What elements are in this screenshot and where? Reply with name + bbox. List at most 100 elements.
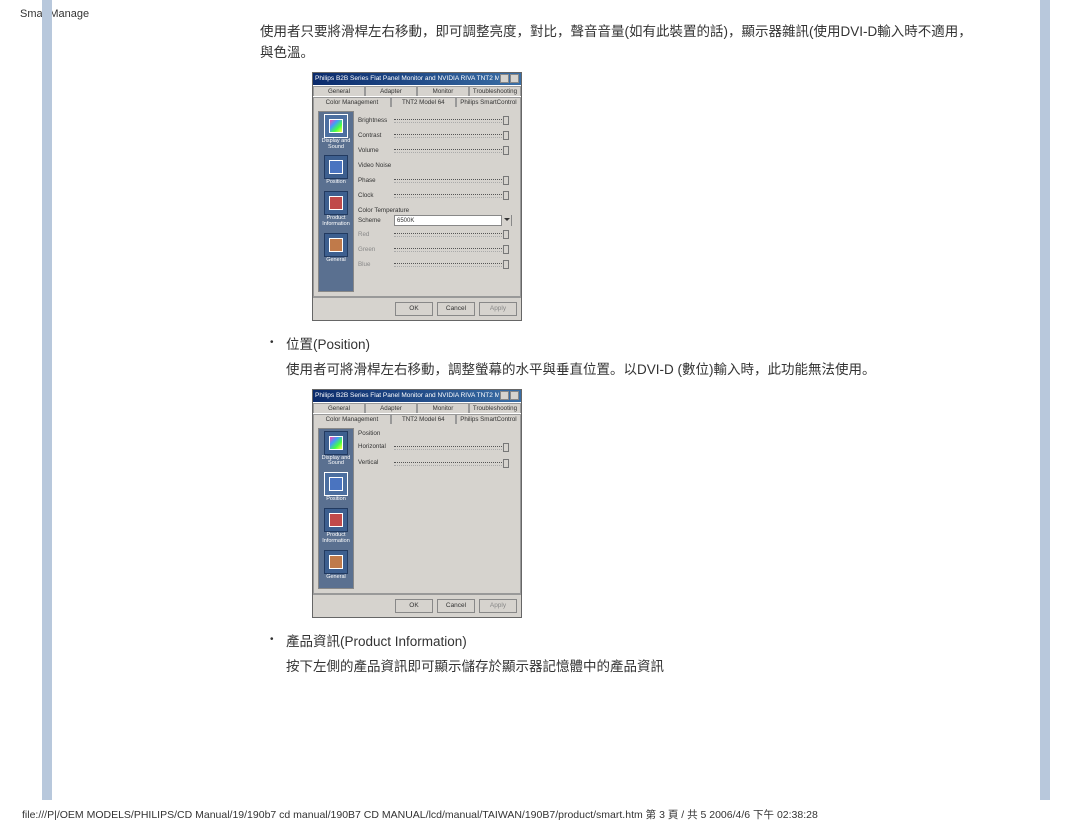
tab-color-management-2[interactable]: Color Management <box>313 414 391 424</box>
tab-monitor-2[interactable]: Monitor <box>417 403 469 413</box>
side-label-display: Display and Sound <box>319 139 353 151</box>
dialog-position: Philips B2B Series Flat Panel Monitor an… <box>312 389 522 618</box>
left-margin-stripe <box>42 0 52 800</box>
dialog-display-and-sound: Philips B2B Series Flat Panel Monitor an… <box>312 72 522 321</box>
side-product-info[interactable] <box>324 191 348 215</box>
display-sound-icon <box>329 119 343 133</box>
titlebar: Philips B2B Series Flat Panel Monitor an… <box>313 73 521 85</box>
label-red: Red <box>358 231 394 238</box>
side-general-2[interactable] <box>324 550 348 574</box>
slider-red[interactable] <box>394 230 512 238</box>
tab-troubleshooting-2[interactable]: Troubleshooting <box>469 403 521 413</box>
ok-button[interactable]: OK <box>395 302 433 316</box>
side-general[interactable] <box>324 233 348 257</box>
side-label-general-2: General <box>326 575 346 581</box>
label-vertical: Vertical <box>358 459 394 466</box>
slider-clock[interactable] <box>394 191 512 199</box>
display-sound-icon-2 <box>329 436 343 450</box>
slider-blue[interactable] <box>394 260 512 268</box>
general-icon <box>329 238 343 252</box>
tab-adapter-2[interactable]: Adapter <box>365 403 417 413</box>
slider-volume[interactable] <box>394 146 512 154</box>
combo-scheme-value: 6500K <box>397 218 414 224</box>
tab-philips-smartcontrol-2[interactable]: Philips SmartControl <box>456 414 521 424</box>
panel-body-2: Display and Sound Position Product Infor… <box>313 424 521 594</box>
side-label-display-2: Display and Sound <box>319 456 353 468</box>
combo-scheme[interactable]: 6500K <box>394 215 512 226</box>
tab-row-bottom-2: Color Management TNT2 Model 64 Philips S… <box>313 413 521 424</box>
side-display-sound[interactable] <box>324 114 348 138</box>
fields-area: Brightness Contrast Volume Video Noise P… <box>354 111 516 292</box>
cancel-button[interactable]: Cancel <box>437 302 475 316</box>
slider-vertical[interactable] <box>394 459 512 467</box>
label-green: Green <box>358 246 394 253</box>
close-icon[interactable] <box>510 74 519 83</box>
tab-tnt2[interactable]: TNT2 Model 64 <box>391 97 456 107</box>
bullet-product-body: 按下左側的產品資訊即可顯示儲存於顯示器記憶體中的產品資訊 <box>260 657 980 678</box>
bullet-product-heading: 產品資訊(Product Information) <box>286 632 980 653</box>
label-clock: Clock <box>358 192 394 199</box>
apply-button-2[interactable]: Apply <box>479 599 517 613</box>
content-area: 使用者只要將滑桿左右移動，即可調整亮度，對比，聲音音量(如有此裝置的話)，顯示器… <box>260 22 980 686</box>
tab-general[interactable]: General <box>313 86 365 96</box>
label-brightness: Brightness <box>358 117 394 124</box>
bullet-product-info: 產品資訊(Product Information) <box>260 632 980 653</box>
bullet-position-heading: 位置(Position) <box>286 335 980 356</box>
ok-button-2[interactable]: OK <box>395 599 433 613</box>
position-icon-2 <box>329 477 343 491</box>
tab-philips-smartcontrol[interactable]: Philips SmartControl <box>456 97 521 107</box>
close-icon-2[interactable] <box>510 391 519 400</box>
window-title: Philips B2B Series Flat Panel Monitor an… <box>315 75 499 82</box>
button-bar: OK Cancel Apply <box>313 297 521 320</box>
side-label-position-2: Position <box>326 497 346 503</box>
button-bar-2: OK Cancel Apply <box>313 594 521 617</box>
label-horizontal: Horizontal <box>358 443 394 450</box>
page-title: SmartManage <box>20 8 89 20</box>
fields-area-2: Position Horizontal Vertical <box>354 428 516 589</box>
slider-contrast[interactable] <box>394 131 512 139</box>
bullet-position: 位置(Position) <box>260 335 980 356</box>
tab-row-bottom: Color Management TNT2 Model 64 Philips S… <box>313 96 521 107</box>
section-position: Position <box>358 430 512 437</box>
side-nav-2: Display and Sound Position Product Infor… <box>318 428 354 589</box>
label-scheme: Scheme <box>358 217 394 224</box>
side-position[interactable] <box>324 155 348 179</box>
side-label-product: Product Information <box>319 216 353 228</box>
label-blue: Blue <box>358 261 394 268</box>
slider-horizontal[interactable] <box>394 443 512 451</box>
cancel-button-2[interactable]: Cancel <box>437 599 475 613</box>
tab-monitor[interactable]: Monitor <box>417 86 469 96</box>
product-info-icon-2 <box>329 513 343 527</box>
help-icon[interactable] <box>500 74 509 83</box>
slider-brightness[interactable] <box>394 116 512 124</box>
chevron-down-icon[interactable] <box>501 215 511 226</box>
tab-adapter[interactable]: Adapter <box>365 86 417 96</box>
titlebar-2: Philips B2B Series Flat Panel Monitor an… <box>313 390 521 402</box>
tab-troubleshooting[interactable]: Troubleshooting <box>469 86 521 96</box>
tab-general-2[interactable]: General <box>313 403 365 413</box>
right-margin-stripe <box>1040 0 1050 800</box>
help-icon-2[interactable] <box>500 391 509 400</box>
label-contrast: Contrast <box>358 132 394 139</box>
label-phase: Phase <box>358 177 394 184</box>
label-volume: Volume <box>358 147 394 154</box>
tab-color-management[interactable]: Color Management <box>313 97 391 107</box>
slider-phase[interactable] <box>394 176 512 184</box>
side-label-position: Position <box>326 180 346 186</box>
window-title-2: Philips B2B Series Flat Panel Monitor an… <box>315 392 499 399</box>
intro-paragraph: 使用者只要將滑桿左右移動，即可調整亮度，對比，聲音音量(如有此裝置的話)，顯示器… <box>260 22 980 64</box>
position-icon <box>329 160 343 174</box>
tab-tnt2-2[interactable]: TNT2 Model 64 <box>391 414 456 424</box>
panel-body: Display and Sound Position Product Infor… <box>313 107 521 297</box>
bullet-position-body: 使用者可將滑桿左右移動，調整螢幕的水平與垂直位置。以DVI-D (數位)輸入時，… <box>260 360 980 381</box>
section-color-temperature: Color Temperature <box>358 207 512 214</box>
side-product-info-2[interactable] <box>324 508 348 532</box>
slider-green[interactable] <box>394 245 512 253</box>
side-display-sound-2[interactable] <box>324 431 348 455</box>
label-videonoise: Video Noise <box>358 162 394 169</box>
product-info-icon <box>329 196 343 210</box>
side-label-product-2: Product Information <box>319 533 353 545</box>
side-label-general: General <box>326 258 346 264</box>
side-position-2[interactable] <box>324 472 348 496</box>
apply-button[interactable]: Apply <box>479 302 517 316</box>
